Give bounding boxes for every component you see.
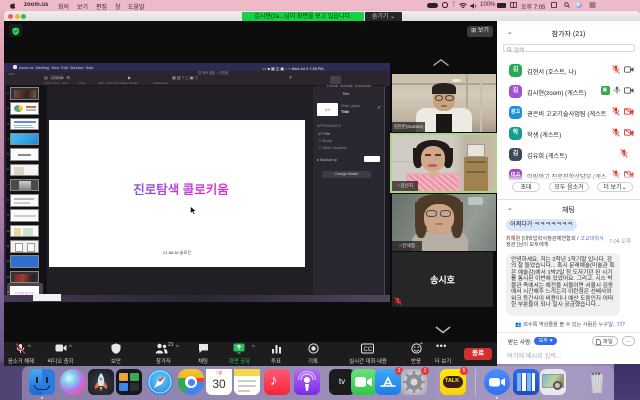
svg-text:CC: CC bbox=[364, 347, 373, 353]
